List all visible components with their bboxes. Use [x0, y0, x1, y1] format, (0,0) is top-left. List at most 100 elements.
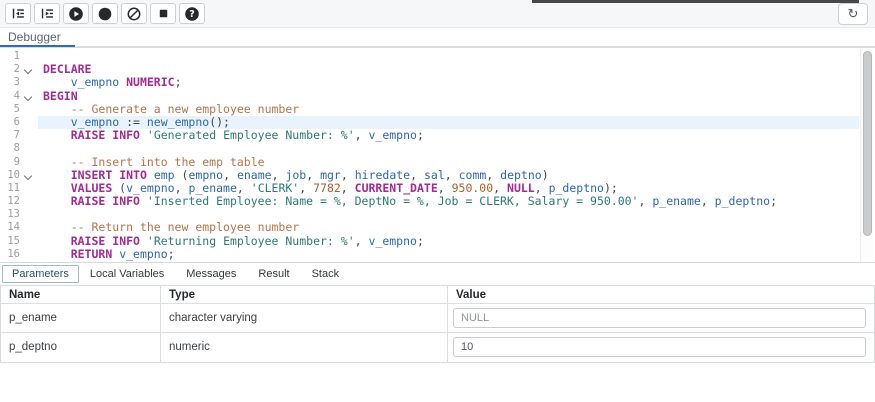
window-edge-strip [532, 0, 859, 3]
no-breakpoint-icon [126, 6, 142, 22]
fold-spacer [20, 195, 36, 208]
gutter: 10 [0, 169, 38, 182]
gutter: 9 [0, 156, 38, 169]
debug-toolbar: ? ↻ [0, 0, 875, 28]
line-number[interactable]: 14 [0, 221, 20, 234]
fold-spacer [20, 76, 36, 89]
line-number[interactable]: 15 [0, 235, 20, 248]
fold-spacer [20, 156, 36, 169]
gutter: 13 [0, 208, 38, 221]
toggle-breakpoint-button[interactable] [92, 3, 118, 24]
panel-tabbar: ParametersLocal VariablesMessagesResultS… [0, 262, 875, 285]
param-value-cell [448, 333, 874, 362]
code-text: RAISE INFO 'Generated Employee Number: %… [38, 129, 424, 142]
gutter: 4 [0, 90, 38, 103]
code-line: 12 RAISE INFO 'Inserted Employee: Name =… [0, 195, 859, 208]
stop-button[interactable] [150, 3, 176, 24]
tab-local-variables[interactable]: Local Variables [79, 265, 175, 283]
fold-spacer [20, 221, 36, 234]
parameters-table-body: p_enamecharacter varyingp_deptnonumeric [1, 304, 874, 362]
gutter: 2 [0, 63, 38, 76]
parameters-table-header: NameTypeValue [1, 286, 874, 304]
line-number[interactable]: 10 [0, 169, 20, 182]
fold-spacer [20, 235, 36, 248]
tab-debugger[interactable]: Debugger [0, 29, 75, 48]
code-line: 1 [0, 50, 859, 63]
table-row: p_deptnonumeric [1, 333, 874, 362]
line-number[interactable]: 5 [0, 103, 20, 116]
fold-spacer [20, 116, 36, 129]
scrollbar-thumb[interactable] [863, 51, 872, 236]
tab-stack[interactable]: Stack [301, 265, 351, 283]
clear-all-breakpoints-button[interactable] [121, 3, 147, 24]
gutter: 6 [0, 116, 38, 129]
step-into-button[interactable] [5, 3, 31, 24]
line-number[interactable]: 12 [0, 195, 20, 208]
debug-toolbar-buttons: ? [0, 3, 205, 24]
document-tabbar: Debugger [0, 28, 875, 47]
column-header-type: Type [161, 286, 448, 304]
stop-icon [156, 6, 171, 21]
parameters-table: NameTypeValue p_enamecharacter varyingp_… [0, 285, 875, 363]
param-name-cell: p_deptno [1, 333, 161, 362]
breakpoint-icon [97, 6, 113, 22]
code-line: 16 RETURN v_empno; [0, 248, 859, 261]
tab-parameters[interactable]: Parameters [2, 265, 79, 283]
line-number[interactable]: 13 [0, 208, 20, 221]
param-name-cell: p_ename [1, 304, 161, 333]
param-type-cell: character varying [161, 304, 448, 333]
refresh-icon: ↻ [848, 6, 859, 22]
code-line: 7 RAISE INFO 'Generated Employee Number:… [0, 129, 859, 142]
line-number[interactable]: 6 [0, 116, 20, 129]
line-number[interactable]: 1 [0, 50, 20, 63]
fold-spacer [20, 50, 36, 63]
param-value-input[interactable] [453, 308, 866, 328]
refresh-button[interactable]: ↻ [838, 3, 868, 25]
fold-chevron-icon[interactable] [20, 63, 36, 76]
help-button[interactable]: ? [179, 3, 205, 24]
code-text: RETURN v_empno; [38, 248, 175, 261]
svg-text:?: ? [189, 9, 195, 20]
editor-scrollbar[interactable] [860, 49, 874, 262]
gutter: 15 [0, 235, 38, 248]
line-number[interactable]: 11 [0, 182, 20, 195]
gutter: 8 [0, 142, 38, 155]
fold-chevron-icon[interactable] [20, 90, 36, 103]
gutter: 3 [0, 76, 38, 89]
continue-button[interactable] [63, 3, 89, 24]
gutter: 5 [0, 103, 38, 116]
line-number[interactable]: 7 [0, 129, 20, 142]
tab-messages[interactable]: Messages [175, 265, 247, 283]
fold-spacer [20, 208, 36, 221]
fold-spacer [20, 142, 36, 155]
column-header-value: Value [448, 286, 874, 304]
code-text: RAISE INFO 'Inserted Employee: Name = %,… [38, 195, 777, 208]
column-header-name: Name [1, 286, 161, 304]
step-into-icon [11, 6, 26, 21]
param-type-cell: numeric [161, 333, 448, 362]
param-value-input[interactable] [453, 337, 866, 357]
line-number[interactable]: 4 [0, 90, 20, 103]
step-over-button[interactable] [34, 3, 60, 24]
step-over-icon [40, 6, 55, 21]
param-value-cell [448, 304, 874, 333]
gutter: 11 [0, 182, 38, 195]
fold-chevron-icon[interactable] [20, 169, 36, 182]
fold-spacer [20, 129, 36, 142]
gutter: 14 [0, 221, 38, 234]
code-line: 3 v_empno NUMERIC; [0, 76, 859, 89]
code-area: 12DECLARE3 v_empno NUMERIC;4BEGIN5 -- Ge… [0, 50, 859, 261]
gutter: 16 [0, 248, 38, 261]
tab-result[interactable]: Result [247, 265, 300, 283]
line-number[interactable]: 16 [0, 248, 20, 261]
gutter: 1 [0, 50, 38, 63]
line-number[interactable]: 2 [0, 63, 20, 76]
fold-spacer [20, 182, 36, 195]
line-number[interactable]: 3 [0, 76, 20, 89]
gutter: 12 [0, 195, 38, 208]
line-number[interactable]: 9 [0, 156, 20, 169]
table-row: p_enamecharacter varying [1, 304, 874, 333]
fold-spacer [20, 103, 36, 116]
line-number[interactable]: 8 [0, 142, 20, 155]
fold-spacer [20, 248, 36, 261]
